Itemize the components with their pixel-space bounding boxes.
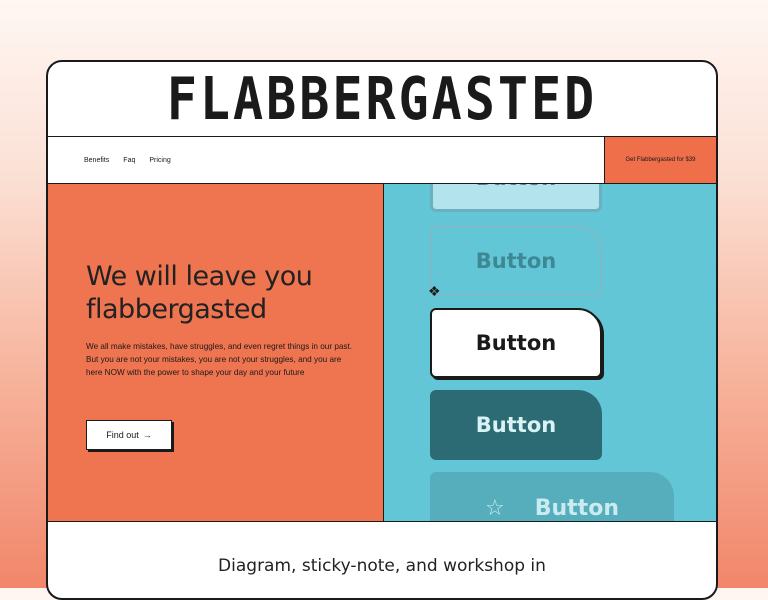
- showcase-button-white[interactable]: Button: [430, 308, 602, 378]
- nav-links: Benefits Faq Pricing: [48, 157, 171, 164]
- showcase-button-light[interactable]: Button: [430, 184, 602, 212]
- hero-headline: We will leave you flabbergasted: [86, 261, 313, 325]
- get-flabbergasted-button[interactable]: Get Flabbergasted for $39: [604, 137, 716, 183]
- showcase-button-outline[interactable]: Button: [430, 226, 602, 296]
- button-showcase-panel: Button Button Button Button ☆ Button ❖: [384, 184, 716, 521]
- section-heading: Diagram, sticky-note, and workshop in: [218, 556, 546, 576]
- brand-logo[interactable]: FLABBERGASTED: [48, 62, 716, 143]
- top-nav: Benefits Faq Pricing Get Flabbergasted f…: [48, 136, 716, 184]
- nav-link-pricing[interactable]: Pricing: [149, 157, 170, 164]
- showcase-button-icon-label: Button: [534, 495, 619, 521]
- showcase-button-dark[interactable]: Button: [430, 390, 602, 460]
- site-frame: FLABBERGASTED Benefits Faq Pricing Get F…: [46, 60, 718, 600]
- arrow-right-icon: →: [142, 430, 152, 440]
- find-out-label: Find out: [106, 430, 139, 440]
- nav-link-benefits[interactable]: Benefits: [84, 157, 109, 164]
- showcase-button-with-icon[interactable]: ☆ Button: [430, 472, 674, 521]
- hero-section: We will leave you flabbergasted We all m…: [48, 184, 716, 522]
- nav-link-faq[interactable]: Faq: [123, 157, 135, 164]
- star-icon: ☆: [485, 495, 505, 521]
- hero-text-panel: We will leave you flabbergasted We all m…: [48, 184, 384, 521]
- find-out-button[interactable]: Find out →: [86, 420, 172, 450]
- hero-body-text: We all make mistakes, have struggles, an…: [86, 342, 353, 377]
- move-cursor-icon: ❖: [428, 283, 441, 299]
